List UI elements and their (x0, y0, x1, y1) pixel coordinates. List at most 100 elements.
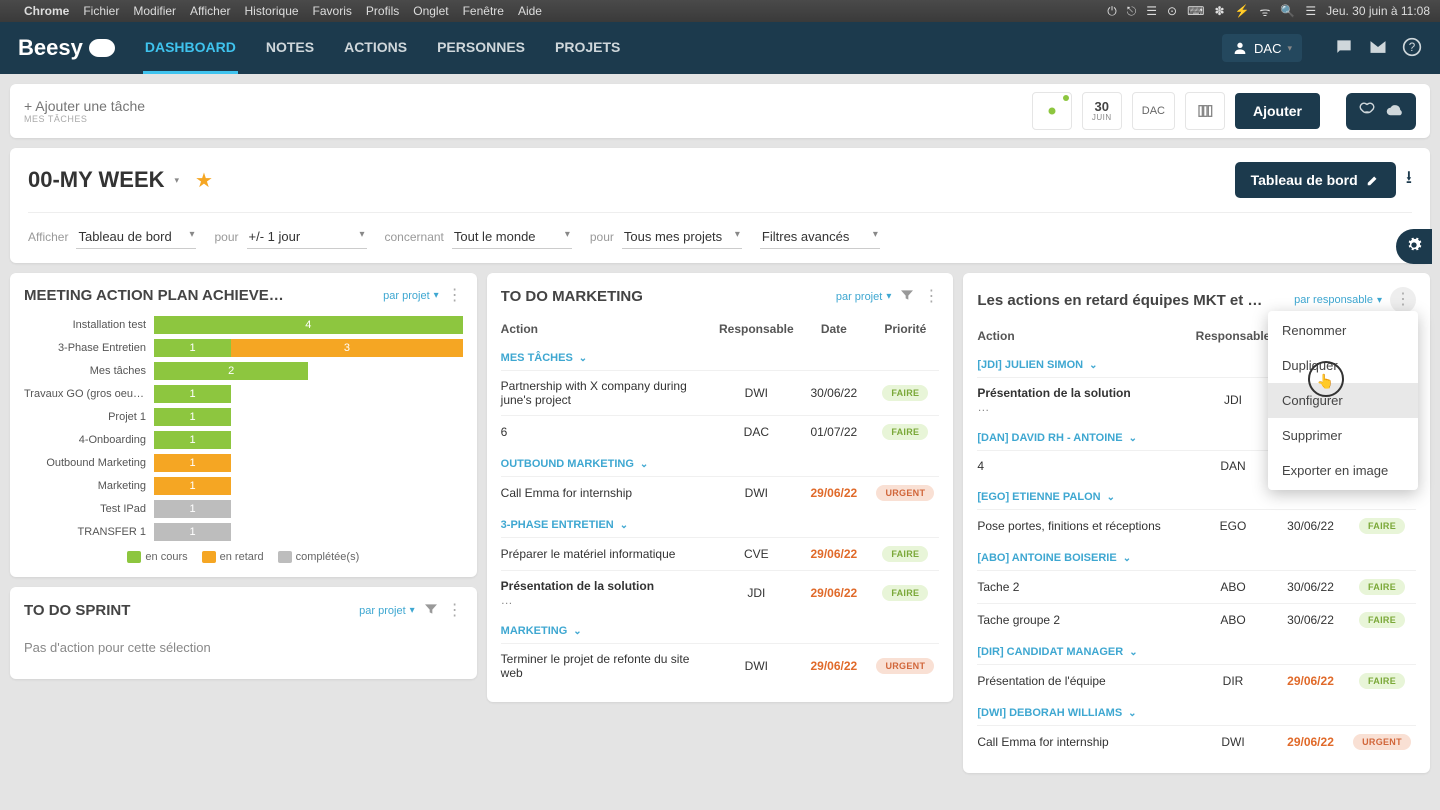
col-action: Action (977, 329, 1193, 343)
filter-pour-select[interactable]: +/- 1 jour (247, 225, 367, 249)
filter-afficher-label: Afficher (28, 230, 68, 244)
filter-pour2-select[interactable]: Tous mes projets (622, 225, 742, 249)
card-menu-icon[interactable]: ⋮ (1390, 287, 1416, 313)
col-resp: Responsable (1193, 329, 1273, 343)
page-title-dropdown[interactable]: ▾ (175, 175, 180, 186)
table-row[interactable]: Tache 2ABO30/06/22FAIRE (977, 570, 1416, 603)
filter-concernant-select[interactable]: Tout le monde (452, 225, 572, 249)
menubar-item[interactable]: Fenêtre (463, 4, 504, 18)
ctx-menu-item[interactable]: Dupliquer (1268, 348, 1418, 383)
table-section-header[interactable]: 3-PHASE ENTRETIEN ⌄ (501, 509, 940, 537)
ctx-menu-item[interactable]: Supprimer (1268, 418, 1418, 453)
card-sort[interactable]: par projet▾ (836, 291, 892, 303)
empty-message: Pas d'action pour cette sélection (24, 630, 463, 665)
menubar-clock: Jeu. 30 juin à 11:08 (1326, 4, 1430, 18)
ctx-menu-item[interactable]: Renommer (1268, 313, 1418, 348)
mail-icon[interactable] (1368, 37, 1388, 60)
link-icon[interactable] (1358, 101, 1376, 122)
chart-bar: 1 (154, 408, 463, 426)
logo[interactable]: Beesy (18, 35, 115, 61)
chart-bar: 1 (154, 454, 463, 472)
filter-advanced-select[interactable]: Filtres avancés (760, 225, 880, 249)
nav-personnes[interactable]: PERSONNES (435, 23, 527, 74)
card-actions-retard: Les actions en retard équipes MKT et … p… (963, 273, 1430, 773)
menubar-item[interactable]: Aide (518, 4, 542, 18)
cloud-download-icon[interactable] (1386, 101, 1404, 122)
card-meeting-plan: MEETING ACTION PLAN ACHIEVE… par projet▾… (10, 273, 477, 577)
col-pri: Priorité (871, 322, 939, 336)
chart-bar: 13 (154, 339, 463, 357)
table-section-header[interactable]: OUTBOUND MARKETING ⌄ (501, 448, 940, 476)
menubar-item[interactable]: Profils (366, 4, 399, 18)
card-title: Les actions en retard équipes MKT et … (977, 292, 1286, 309)
ctx-menu-item[interactable]: Configurer (1268, 383, 1418, 418)
dashboard-btn-label: Tableau de bord (1251, 172, 1358, 188)
help-icon[interactable]: ? (1402, 37, 1422, 60)
filter-afficher-select[interactable]: Tableau de bord (76, 225, 196, 249)
card-todo-sprint: TO DO SPRINT par projet▾ ⋮ Pas d'action … (10, 587, 477, 679)
card-menu-icon[interactable]: ⋮ (447, 603, 463, 619)
user-menu[interactable]: DAC ▾ (1222, 34, 1302, 62)
table-section-header[interactable]: [ABO] ANTOINE BOISERIE ⌄ (977, 542, 1416, 570)
table-row[interactable]: Préparer le matériel informatiqueCVE29/0… (501, 537, 940, 570)
table-section-header[interactable]: [DWI] DEBORAH WILLIAMS ⌄ (977, 697, 1416, 725)
card-todo-marketing: TO DO MARKETING par projet▾ ⋮ Action Res… (487, 273, 954, 702)
table-section-header[interactable]: MES TÂCHES ⌄ (501, 342, 940, 370)
filter-icon[interactable] (899, 287, 915, 306)
filter-pour-label: pour (214, 230, 238, 244)
favorite-star-icon[interactable]: ★ (195, 168, 213, 193)
nav-dashboard[interactable]: DASHBOARD (143, 23, 238, 74)
table-section-header[interactable]: MARKETING ⌄ (501, 615, 940, 643)
table-section-header[interactable]: [DIR] CANDIDAT MANAGER ⌄ (977, 636, 1416, 664)
menubar-item[interactable]: Fichier (83, 4, 119, 18)
task-columns-btn[interactable] (1185, 92, 1225, 130)
filter-bar: Afficher Tableau de bord pour +/- 1 jour… (28, 212, 1412, 263)
menubar-item[interactable]: Historique (245, 4, 299, 18)
table-row[interactable]: Call Emma for internshipDWI29/06/22URGEN… (501, 476, 940, 509)
col-date: Date (796, 322, 871, 336)
menubar-item[interactable]: Onglet (413, 4, 448, 18)
card-sort[interactable]: par projet▾ (359, 605, 415, 617)
menubar-item[interactable]: Favoris (313, 4, 352, 18)
meeting-chart: Installation test43-Phase Entretien13Mes… (24, 314, 463, 543)
table-row[interactable]: Présentation de la solution…JDI29/06/22F… (501, 570, 940, 615)
menubar-item[interactable]: Modifier (133, 4, 176, 18)
quick-task-input[interactable] (24, 98, 205, 114)
settings-gear-tab[interactable] (1396, 229, 1432, 264)
table-row[interactable]: 6DAC01/07/22FAIRE (501, 415, 940, 448)
task-user-btn[interactable]: DAC (1132, 92, 1175, 130)
chart-bar: 2 (154, 362, 463, 380)
task-status-btn[interactable] (1032, 92, 1072, 130)
table-row[interactable]: Partnership with X company during june's… (501, 370, 940, 415)
menubar-status: ⏻⎋☰⊙⌨✽⚡ᯤ🔍☰ Jeu. 30 juin à 11:08 (1107, 3, 1430, 20)
table-row[interactable]: Call Emma for internshipDWI29/06/22URGEN… (977, 725, 1416, 758)
menubar-item[interactable]: Afficher (190, 4, 230, 18)
chart-bar-label: Test IPad (24, 503, 154, 515)
chart-bar-label: Marketing (24, 480, 154, 492)
filter-icon[interactable] (423, 601, 439, 620)
table-row[interactable]: Tache groupe 2ABO30/06/22FAIRE (977, 603, 1416, 636)
col-action: Action (501, 322, 717, 336)
card-menu-icon[interactable]: ⋮ (923, 289, 939, 305)
ctx-menu-item[interactable]: Exporter en image (1268, 453, 1418, 488)
card-menu-icon[interactable]: ⋮ (447, 288, 463, 304)
table-row[interactable]: Pose portes, finitions et réceptionsEGO3… (977, 509, 1416, 542)
dashboard-edit-button[interactable]: Tableau de bord (1235, 162, 1396, 198)
table-row[interactable]: Présentation de l'équipeDIR29/06/22FAIRE (977, 664, 1416, 697)
task-date-btn[interactable]: 30 JUIN (1082, 92, 1122, 130)
download-icon[interactable]: ⭳ (1406, 165, 1412, 195)
card-title: MEETING ACTION PLAN ACHIEVE… (24, 287, 375, 304)
chat-icon[interactable] (1334, 37, 1354, 60)
logo-icon (89, 39, 115, 57)
chart-bar-label: 3-Phase Entretien (24, 342, 154, 354)
marketing-table: Action Responsable Date Priorité MES TÂC… (501, 316, 940, 688)
nav-notes[interactable]: NOTES (264, 23, 316, 74)
nav-projets[interactable]: PROJETS (553, 23, 622, 74)
quick-task-sub: MES TÂCHES (24, 114, 1032, 124)
nav-actions[interactable]: ACTIONS (342, 23, 409, 74)
card-sort[interactable]: par projet▾ (383, 290, 439, 302)
table-row[interactable]: Terminer le projet de refonte du site we… (501, 643, 940, 688)
task-add-button[interactable]: Ajouter (1235, 93, 1320, 129)
corner-tools (1346, 93, 1416, 130)
card-sort[interactable]: par responsable▾ (1294, 294, 1382, 306)
